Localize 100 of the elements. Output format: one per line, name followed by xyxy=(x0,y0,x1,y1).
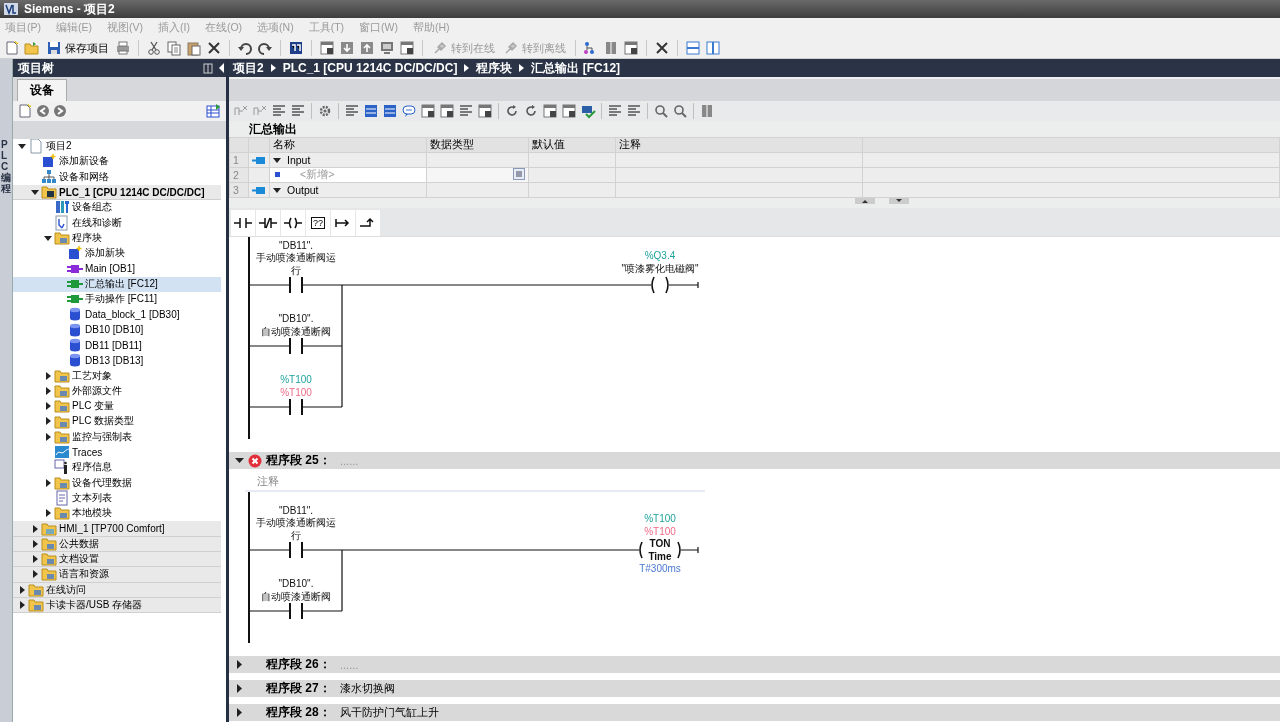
tree-item[interactable]: Data_block_1 [DB30] xyxy=(13,307,221,323)
list-icon[interactable] xyxy=(344,103,360,119)
collapsed-arrow-icon[interactable] xyxy=(235,708,244,717)
instruction-button[interactable] xyxy=(331,210,355,236)
coil-symbol[interactable] xyxy=(651,276,669,294)
contact-symbol[interactable] xyxy=(289,337,303,355)
tree-item[interactable]: 监控与强制表 xyxy=(13,429,221,445)
window-icon[interactable] xyxy=(399,40,415,56)
expanded-arrow-icon[interactable] xyxy=(43,233,52,242)
new-file-icon[interactable] xyxy=(17,103,33,119)
column-header[interactable]: 默认值 xyxy=(528,137,616,153)
expanded-arrow-icon[interactable] xyxy=(17,142,26,151)
collapsed-arrow-icon[interactable] xyxy=(17,601,26,610)
contact-symbol[interactable] xyxy=(289,602,303,620)
split-horizontal-icon[interactable] xyxy=(685,40,701,56)
tree-item[interactable]: 本地模块 xyxy=(13,506,221,522)
breadcrumb-item[interactable]: PLC_1 [CPU 1214C DC/DC/DC] xyxy=(282,61,458,75)
tree-item[interactable]: DB10 [DB10] xyxy=(13,322,221,338)
table-icon[interactable] xyxy=(206,103,222,119)
list-icon[interactable] xyxy=(271,103,287,119)
instruction-button[interactable] xyxy=(356,210,380,236)
undo-icon[interactable] xyxy=(237,40,253,56)
collapsed-arrow-icon[interactable] xyxy=(43,371,52,380)
tree-item[interactable]: PLC_1 [CPU 1214C DC/DC/DC] xyxy=(13,184,221,201)
table-cell[interactable]: Output xyxy=(269,182,427,198)
collapsed-arrow-icon[interactable] xyxy=(30,524,39,533)
side-tab[interactable]: PLC 编程 xyxy=(1,139,11,194)
collapsed-arrow-icon[interactable] xyxy=(43,402,52,411)
tree-item[interactable]: DB13 [DB13] xyxy=(13,353,221,369)
expanded-arrow-icon[interactable] xyxy=(30,188,39,197)
tree-item[interactable]: 文档设置 xyxy=(13,552,221,568)
window-icon[interactable] xyxy=(561,103,577,119)
new-file-icon[interactable] xyxy=(4,40,20,56)
list-icon[interactable] xyxy=(626,103,642,119)
delete-icon[interactable] xyxy=(206,40,222,56)
rows-icon[interactable] xyxy=(363,103,379,119)
tree-item[interactable]: 外部源文件 xyxy=(13,383,221,400)
list-icon[interactable] xyxy=(607,103,623,119)
collapsed-arrow-icon[interactable] xyxy=(43,478,52,487)
toolbar-button[interactable]: 保存项目 xyxy=(44,39,111,57)
list-icon[interactable] xyxy=(290,103,306,119)
tree-item[interactable]: 添加新块 xyxy=(13,246,221,262)
tree-item[interactable]: 程序信息 xyxy=(13,460,221,476)
collapsed-arrow-icon[interactable] xyxy=(30,570,39,579)
paste-icon[interactable] xyxy=(186,40,202,56)
collapsed-arrow-icon[interactable] xyxy=(235,684,244,693)
scroll-up-icon[interactable] xyxy=(855,198,875,204)
instruction-button[interactable] xyxy=(281,210,305,236)
refresh-icon[interactable] xyxy=(523,103,539,119)
back-icon[interactable] xyxy=(36,104,50,118)
tree-item[interactable]: DB11 [DB11] xyxy=(13,337,221,354)
tree-item[interactable]: 手动操作 [FC11] xyxy=(13,291,221,308)
expanded-arrow-icon[interactable] xyxy=(273,156,281,164)
collapsed-arrow-icon[interactable] xyxy=(43,386,52,395)
window-icon[interactable] xyxy=(439,103,455,119)
tree-item[interactable]: PLC 数据类型 xyxy=(13,414,221,430)
instruction-button[interactable] xyxy=(256,210,280,236)
tree-item[interactable]: 添加新设备 xyxy=(13,154,221,170)
column-header[interactable]: 数据类型 xyxy=(426,137,529,153)
contact-symbol[interactable] xyxy=(289,541,303,559)
speech-bubble-icon[interactable] xyxy=(401,103,417,119)
window-icon[interactable] xyxy=(623,40,639,56)
collapse-arrow-icon[interactable] xyxy=(217,62,226,74)
breadcrumb-item[interactable]: 程序块 xyxy=(476,59,513,77)
tree-item[interactable]: Main [OB1] xyxy=(13,261,221,277)
window-icon[interactable] xyxy=(477,103,493,119)
column-header[interactable]: 注释 xyxy=(615,137,863,153)
rows-icon[interactable] xyxy=(382,103,398,119)
collapsed-arrow-icon[interactable] xyxy=(30,555,39,564)
breadcrumb-item[interactable]: 汇总输出 [FC12] xyxy=(531,59,621,77)
tree-item[interactable]: 设备组态 xyxy=(13,200,221,216)
search-icon[interactable] xyxy=(672,103,688,119)
tree-item[interactable]: PLC 变量 xyxy=(13,399,221,415)
tree-item[interactable]: 工艺对象 xyxy=(13,368,221,384)
delete-icon[interactable] xyxy=(654,40,670,56)
forward-icon[interactable] xyxy=(53,104,67,118)
gear-icon[interactable] xyxy=(317,103,333,119)
monitor-icon[interactable] xyxy=(379,40,395,56)
breadcrumb-item[interactable]: 项目2 xyxy=(233,59,264,77)
tree-item[interactable]: 文本列表 xyxy=(13,490,221,507)
list-icon[interactable] xyxy=(458,103,474,119)
tree-item[interactable]: 设备和网络 xyxy=(13,169,221,185)
timer-coil-symbol[interactable] xyxy=(639,541,681,559)
collapsed-arrow-icon[interactable] xyxy=(43,417,52,426)
network-header[interactable]: 程序段 27： 漆水切换阀 xyxy=(229,680,1280,697)
contact-symbol[interactable] xyxy=(289,398,303,416)
comment-field[interactable]: 注释 xyxy=(245,474,279,489)
chip-icon[interactable] xyxy=(288,40,304,56)
window-icon[interactable] xyxy=(542,103,558,119)
copy-icon[interactable] xyxy=(166,40,182,56)
network-header[interactable]: 程序段 26： ...... xyxy=(229,656,1280,673)
instruction-button[interactable] xyxy=(231,210,255,236)
collapsed-arrow-icon[interactable] xyxy=(17,585,26,594)
print-icon[interactable] xyxy=(115,40,131,56)
cut-icon[interactable] xyxy=(146,40,162,56)
scroll-down-icon[interactable] xyxy=(889,198,909,204)
tree-item[interactable]: 语言和资源 xyxy=(13,567,221,583)
panel-tab[interactable]: 设备 xyxy=(17,79,67,101)
collapsed-arrow-icon[interactable] xyxy=(235,660,244,669)
tree-item[interactable]: 程序块 xyxy=(13,230,221,247)
